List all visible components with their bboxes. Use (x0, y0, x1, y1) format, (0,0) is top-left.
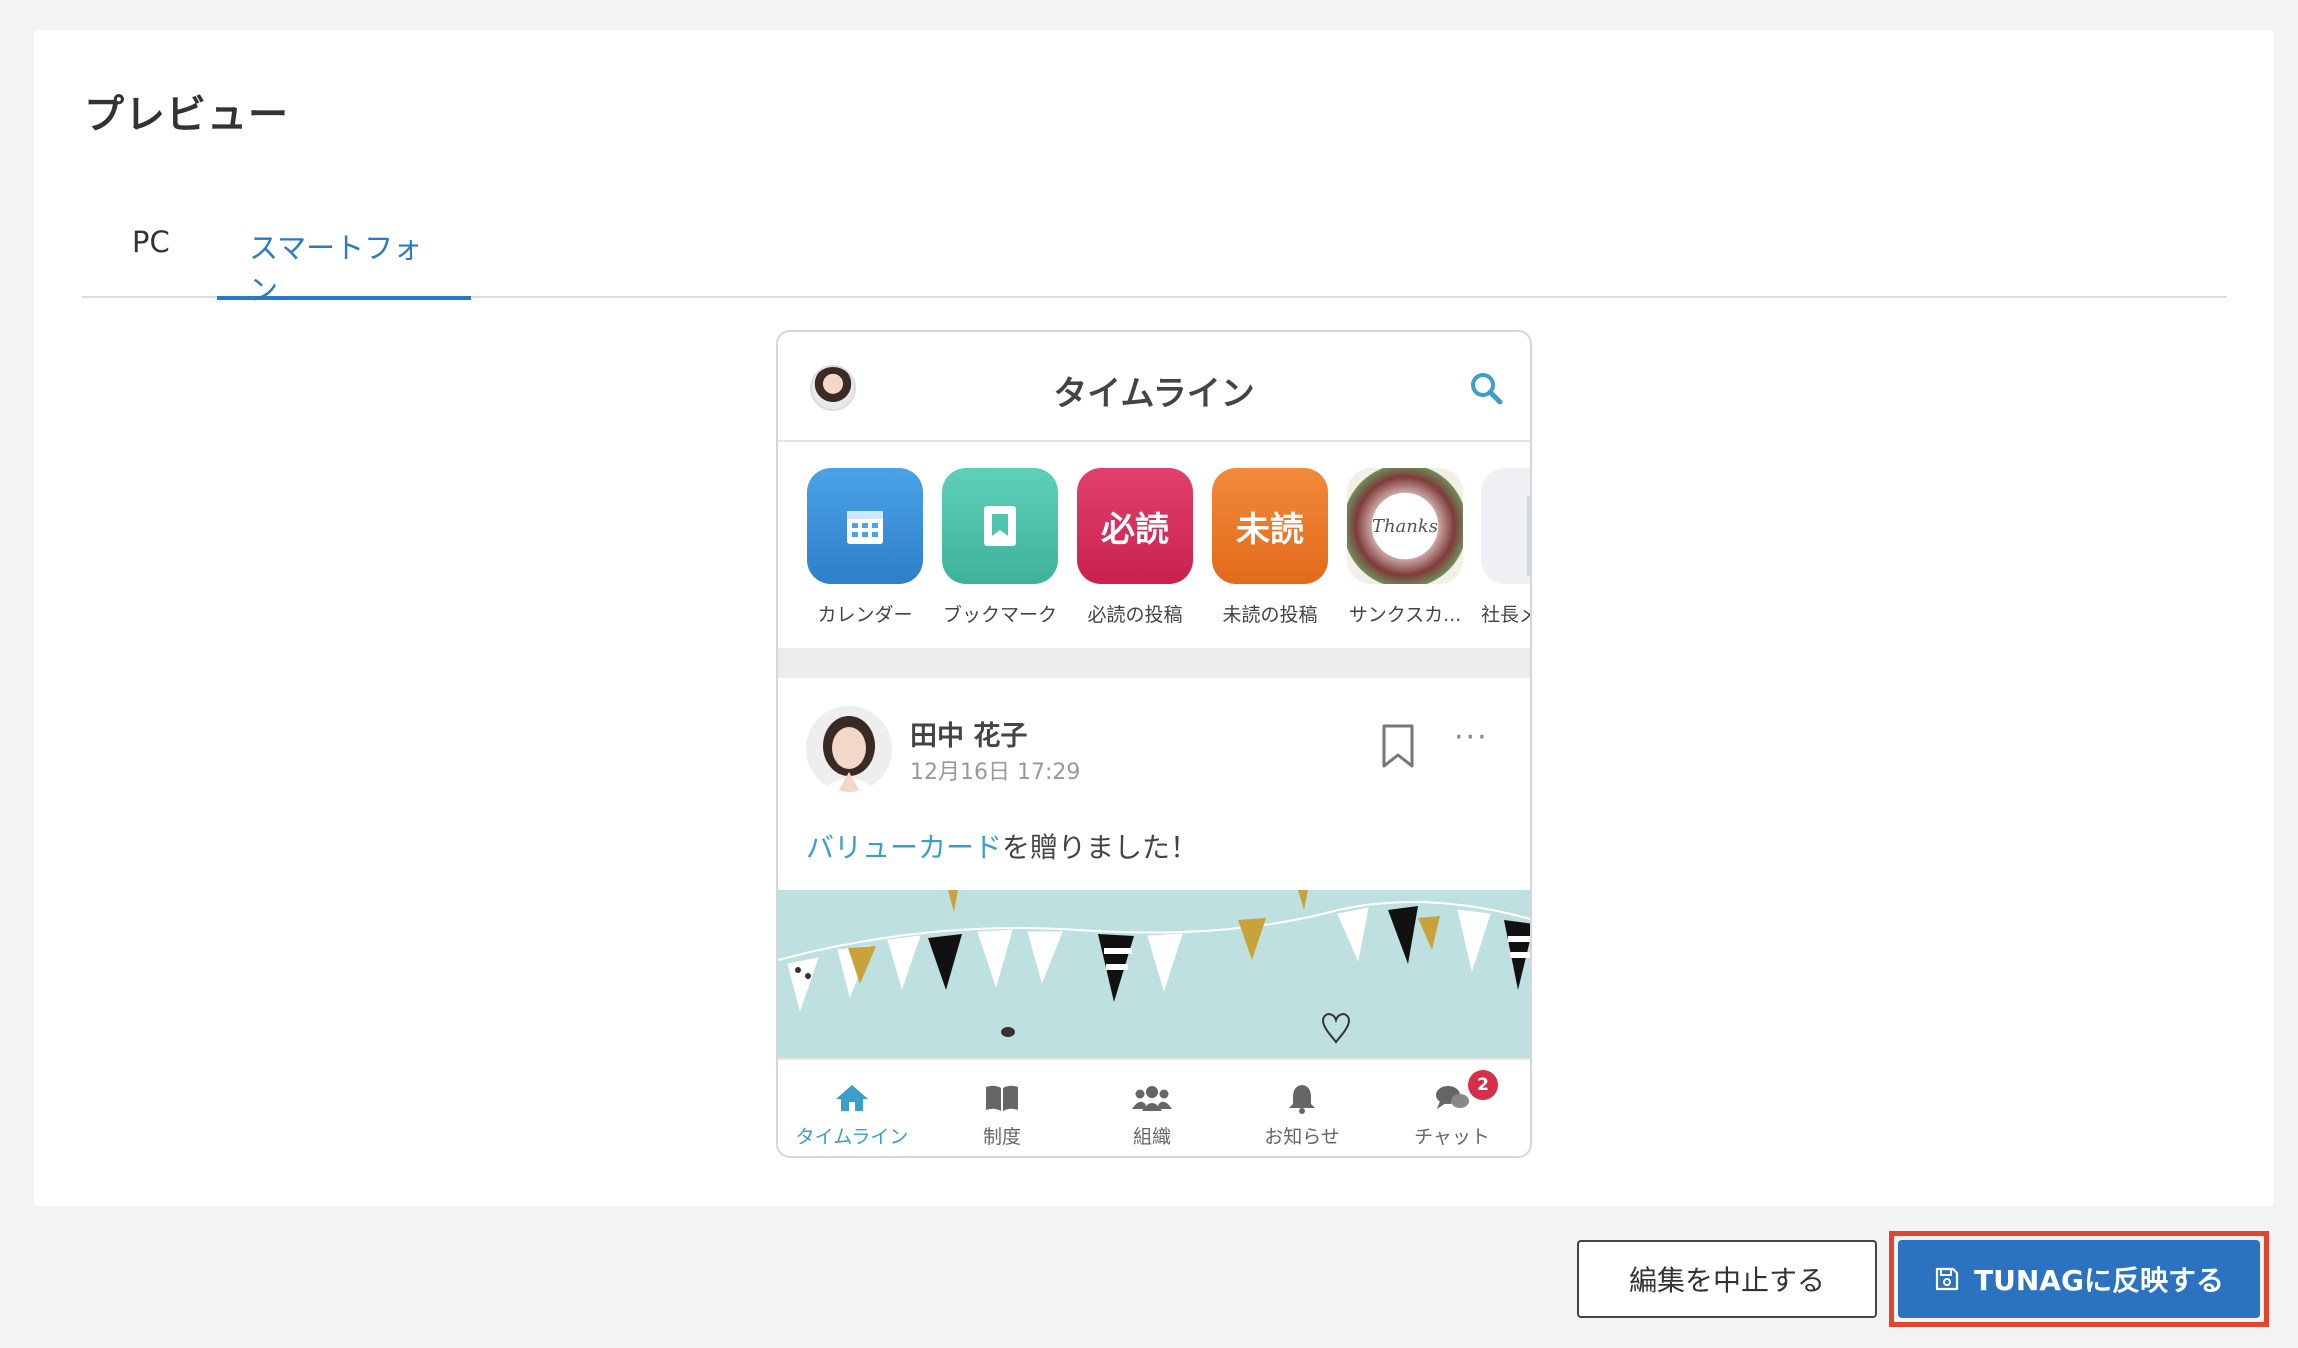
preview-tabs: PC スマートフォン (82, 170, 2227, 307)
apply-to-tunag-button[interactable]: TUNAGに反映する (1898, 1240, 2260, 1318)
preview-card: プレビュー PC スマートフォン タイムライン カレンダー ブックマーク 必読 … (34, 30, 2274, 1206)
post-author-name[interactable]: 田中 花子 (910, 714, 1027, 753)
tabbar-label: 制度 (982, 1126, 1021, 1148)
users-icon (1082, 1078, 1222, 1118)
bookmark-icon[interactable] (1378, 722, 1418, 770)
tab-smartphone[interactable]: スマートフォン (217, 225, 471, 307)
save-icon (1935, 1267, 1959, 1291)
tabbar-chat[interactable]: 2 チャット (1382, 1070, 1522, 1149)
shortcut-label: カレンダー (817, 604, 913, 626)
tabbar-timeline[interactable]: タイムライン (782, 1078, 922, 1149)
bookmark-icon (942, 468, 1058, 584)
bell-icon (1232, 1078, 1372, 1118)
tabbar-label: チャット (1414, 1126, 1490, 1148)
shortcut-label: ブックマーク (942, 604, 1057, 626)
calendar-icon (807, 468, 923, 584)
tabbar-organization[interactable]: 組織 (1082, 1078, 1222, 1149)
home-icon (782, 1078, 922, 1118)
shortcut-label: 必読の投稿 (1087, 604, 1183, 626)
shortcut-bar: カレンダー ブックマーク 必読 必読の投稿 未読 未読の投稿 Thanks サン… (778, 444, 1530, 648)
president-icon (1481, 468, 1530, 584)
chat-icon (1382, 1078, 1522, 1118)
smartphone-preview: タイムライン カレンダー ブックマーク 必読 必読の投稿 未読 未読の投稿 Th… (776, 330, 1532, 1158)
post-body-text: を贈りました！ (1002, 831, 1199, 864)
shortcut-bookmark[interactable]: ブックマーク (941, 468, 1059, 627)
shortcut-label: 社長メ (1481, 604, 1530, 626)
post-body: バリューカードを贈りました！ (806, 826, 1198, 866)
shortcut-president[interactable]: 社長メ (1481, 468, 1530, 627)
shortcut-calendar[interactable]: カレンダー (806, 468, 924, 627)
tabbar-label: お知らせ (1264, 1126, 1340, 1148)
post-date: 12月16日 17:29 (910, 760, 1081, 785)
shortcut-label: サンクスカ... (1348, 604, 1462, 626)
more-options-icon[interactable]: ··· (1454, 720, 1489, 755)
apply-button-label: TUNAGに反映する (1974, 1264, 2224, 1297)
book-icon (932, 1078, 1072, 1118)
tabbar-label: 組織 (1132, 1126, 1171, 1148)
timeline-post[interactable]: 田中 花子 12月16日 17:29 ··· バリューカードを贈りました！ (778, 678, 1530, 1058)
author-avatar[interactable] (806, 706, 892, 792)
phone-header: タイムライン (778, 332, 1530, 442)
post-image[interactable] (778, 890, 1530, 1058)
phone-header-title: タイムライン (1053, 374, 1255, 414)
shortcut-thanks-card[interactable]: Thanks サンクスカ... (1346, 468, 1464, 627)
tabbar-notifications[interactable]: お知らせ (1232, 1078, 1372, 1149)
shortcut-must-read[interactable]: 必読 必読の投稿 (1076, 468, 1194, 627)
tabbar-system[interactable]: 制度 (932, 1078, 1072, 1149)
cancel-edit-button[interactable]: 編集を中止する (1577, 1240, 1877, 1318)
shortcut-unread[interactable]: 未読 未読の投稿 (1211, 468, 1329, 627)
shortcut-label: 未読の投稿 (1222, 604, 1318, 626)
tab-pc[interactable]: PC (132, 225, 170, 298)
phone-tab-bar: タイムライン 制度 組織 お知らせ 2 チャット (778, 1058, 1530, 1156)
page-title: プレビュー (84, 92, 289, 138)
value-card-link[interactable]: バリューカード (806, 831, 1002, 864)
search-icon[interactable] (1468, 370, 1504, 406)
thanks-card-icon: Thanks (1347, 468, 1463, 584)
section-divider (778, 648, 1530, 678)
tabbar-label: タイムライン (795, 1126, 909, 1148)
must-read-icon: 必読 (1077, 468, 1193, 584)
unread-icon: 未読 (1212, 468, 1328, 584)
chat-unread-badge: 2 (1468, 1070, 1498, 1100)
